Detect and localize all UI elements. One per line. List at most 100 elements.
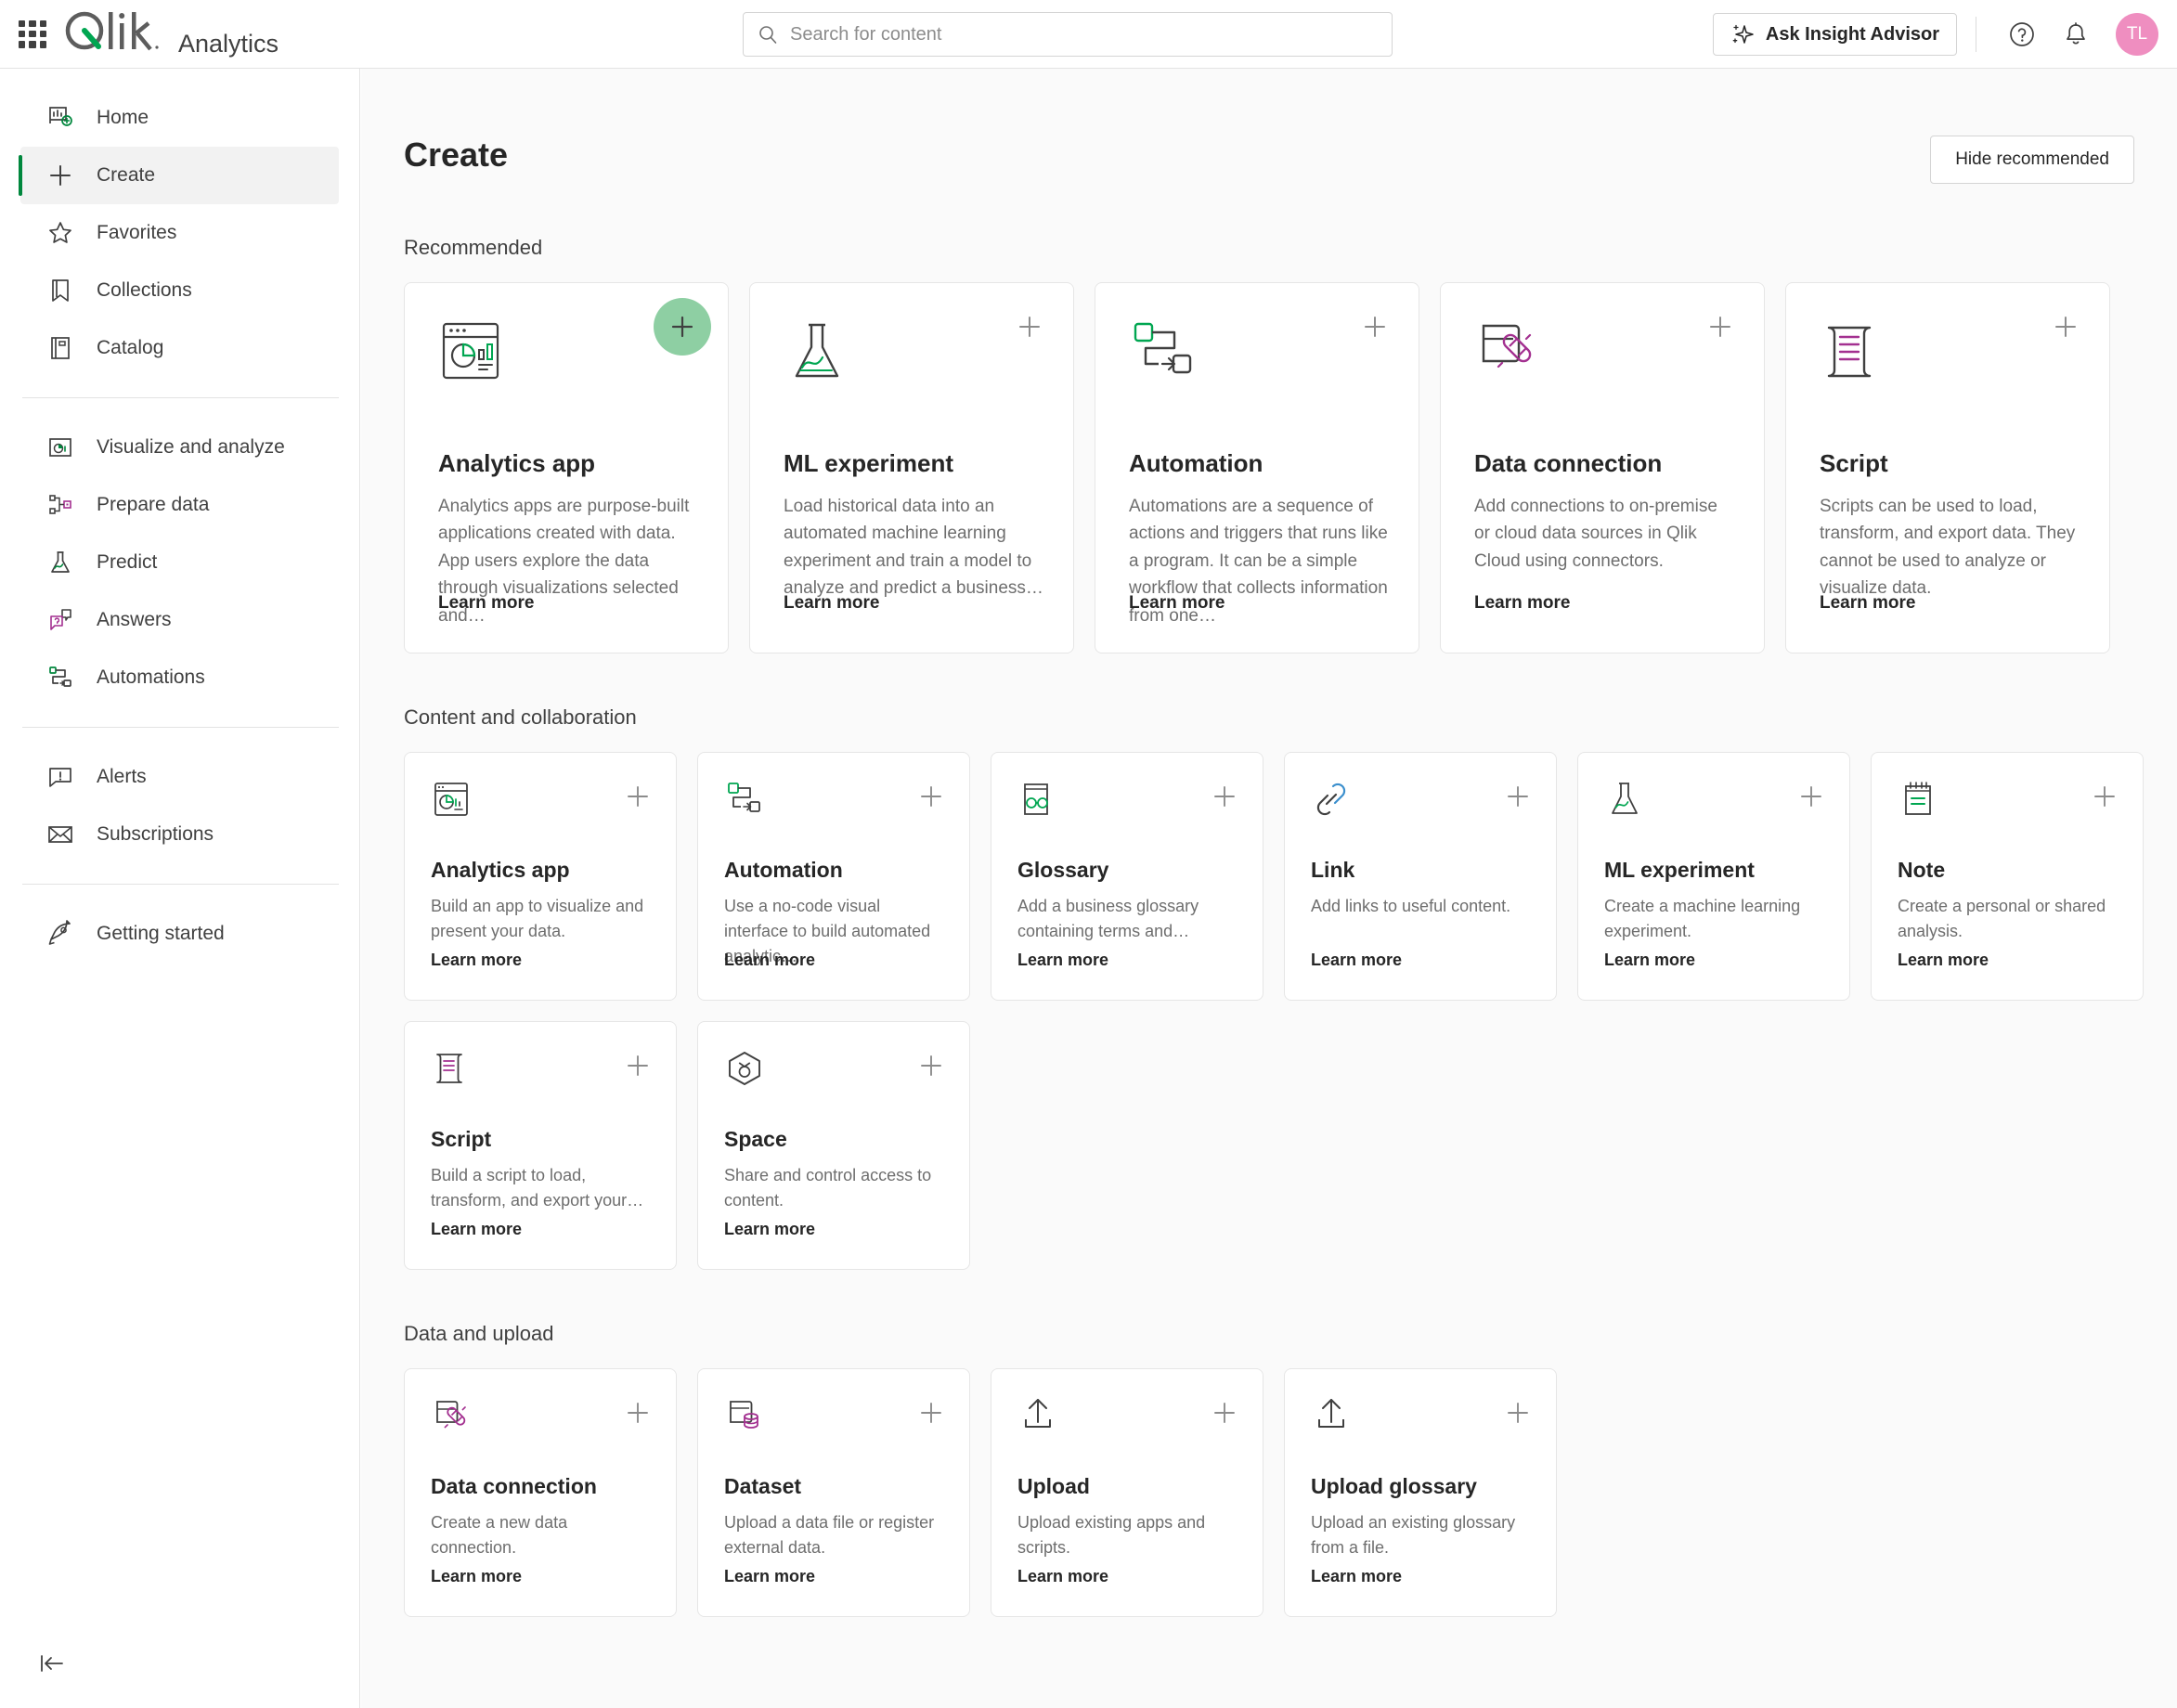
add-data-connection-button[interactable] [1704, 311, 1736, 343]
learn-more-link[interactable]: Learn more [1017, 951, 1108, 970]
plus-icon [45, 160, 76, 191]
add-note-button[interactable] [2091, 783, 2119, 810]
add-analytics-app-button[interactable] [624, 783, 652, 810]
sidebar-item-favorites[interactable]: Favorites [20, 204, 339, 262]
create-card-script-small[interactable]: Script Build a script to load, transform… [404, 1021, 677, 1270]
add-upload-button[interactable] [1211, 1399, 1238, 1427]
create-card-automation[interactable]: Automation Automations are a sequence of… [1095, 282, 1419, 653]
create-card-automation-small[interactable]: Automation Use a no-code visual interfac… [697, 752, 970, 1001]
learn-more-link[interactable]: Learn more [431, 1567, 522, 1586]
learn-more-link[interactable]: Learn more [1129, 593, 1225, 614]
flask-icon [45, 547, 76, 578]
sidebar-item-visualize-and-analyze[interactable]: Visualize and analyze [20, 419, 339, 476]
create-card-glossary[interactable]: Glossary Add a business glossary contain… [991, 752, 1263, 1001]
search-input[interactable] [790, 23, 1379, 45]
sidebar-item-label: Predict [97, 551, 158, 573]
data-upload-card-row: Data connection Create a new data connec… [404, 1368, 2155, 1617]
search-bar[interactable] [743, 12, 1393, 57]
card-title: Upload glossary [1311, 1474, 1477, 1498]
sidebar-item-label: Prepare data [97, 494, 210, 515]
learn-more-link[interactable]: Learn more [1311, 951, 1402, 970]
card-description: Create a personal or shared analysis. [1898, 897, 2106, 940]
create-card-data-connection[interactable]: Data connection Add connections to on-pr… [1440, 282, 1765, 653]
card-description: Scripts can be used to load, transform, … [1820, 497, 2076, 599]
analytics-app-icon [438, 322, 509, 391]
create-card-ml-experiment-small[interactable]: ML experiment Create a machine learning … [1577, 752, 1850, 1001]
sidebar-item-create[interactable]: Create [19, 147, 339, 204]
sparkle-icon [1732, 24, 1754, 44]
add-glossary-button[interactable] [1211, 783, 1238, 810]
learn-more-link[interactable]: Learn more [431, 1220, 522, 1239]
learn-more-link[interactable]: Learn more [1311, 1567, 1402, 1586]
page-title: Create [404, 136, 509, 174]
create-card-analytics-app[interactable]: Analytics app Analytics apps are purpose… [404, 282, 729, 653]
plus-icon [2055, 317, 2076, 337]
collapse-sidebar-button[interactable] [33, 1645, 71, 1682]
add-data-connection-button[interactable] [624, 1399, 652, 1427]
sidebar-item-catalog[interactable]: Catalog [20, 319, 339, 377]
plus-icon [1365, 317, 1385, 337]
flask-icon [1604, 783, 1645, 823]
sidebar-item-prepare-data[interactable]: Prepare data [20, 476, 339, 534]
create-card-dataset[interactable]: Dataset Upload a data file or register e… [697, 1368, 970, 1617]
add-ml-experiment-button[interactable] [1014, 311, 1045, 343]
add-automation-button[interactable] [917, 783, 945, 810]
create-card-script[interactable]: Script Scripts can be used to load, tran… [1785, 282, 2110, 653]
sidebar-item-label: Visualize and analyze [97, 436, 285, 458]
qlik-logo[interactable]: Analytics [63, 9, 279, 58]
sidebar-item-automations[interactable]: Automations [20, 649, 339, 706]
add-space-button[interactable] [917, 1052, 945, 1080]
user-avatar[interactable]: TL [2116, 13, 2158, 56]
dataset-icon [724, 1401, 765, 1440]
avatar-initials: TL [2126, 24, 2148, 44]
create-card-ml-experiment[interactable]: ML experiment Load historical data into … [749, 282, 1074, 653]
ask-insight-advisor-button[interactable]: Ask Insight Advisor [1712, 13, 1957, 56]
sidebar-item-subscriptions[interactable]: Subscriptions [20, 806, 339, 863]
learn-more-link[interactable]: Learn more [784, 593, 879, 614]
add-script-button[interactable] [2050, 311, 2081, 343]
add-ml-experiment-button[interactable] [1797, 783, 1825, 810]
sidebar-item-collections[interactable]: Collections [20, 262, 339, 319]
learn-more-link[interactable]: Learn more [1604, 951, 1695, 970]
learn-more-link[interactable]: Learn more [438, 593, 534, 614]
home-dashboard-icon [45, 102, 76, 134]
create-card-note[interactable]: Note Create a personal or shared analysi… [1871, 752, 2144, 1001]
app-launcher-waffle-icon[interactable] [19, 19, 46, 48]
learn-more-link[interactable]: Learn more [724, 1220, 815, 1239]
create-card-data-connection-small[interactable]: Data connection Create a new data connec… [404, 1368, 677, 1617]
sidebar-item-label: Getting started [97, 923, 225, 944]
create-card-analytics-app-small[interactable]: Analytics app Build an app to visualize … [404, 752, 677, 1001]
add-automation-button[interactable] [1359, 311, 1391, 343]
add-dataset-button[interactable] [917, 1399, 945, 1427]
sidebar-item-home[interactable]: Home [20, 89, 339, 147]
automation-flow-icon [45, 662, 76, 693]
learn-more-link[interactable]: Learn more [431, 951, 522, 970]
learn-more-link[interactable]: Learn more [724, 951, 815, 970]
create-card-upload-glossary[interactable]: Upload glossary Upload an existing gloss… [1284, 1368, 1557, 1617]
create-card-space[interactable]: Space Share and control access to conten… [697, 1021, 970, 1270]
learn-more-link[interactable]: Learn more [1898, 951, 1989, 970]
add-link-button[interactable] [1504, 783, 1532, 810]
card-title: Script [1820, 449, 1888, 477]
sidebar-item-answers[interactable]: Answers [20, 591, 339, 649]
sidebar-item-predict[interactable]: Predict [20, 534, 339, 591]
sidebar-item-alerts[interactable]: Alerts [20, 748, 339, 806]
data-nodes-icon [45, 489, 76, 521]
add-upload-glossary-button[interactable] [1504, 1399, 1532, 1427]
learn-more-link[interactable]: Learn more [1017, 1567, 1108, 1586]
learn-more-link[interactable]: Learn more [1474, 593, 1570, 614]
sidebar-item-getting-started[interactable]: Getting started [20, 905, 339, 963]
notifications-button[interactable] [2056, 15, 2095, 54]
help-button[interactable] [2002, 15, 2041, 54]
add-script-button[interactable] [624, 1052, 652, 1080]
create-card-link[interactable]: Link Add links to useful content. Learn … [1284, 752, 1557, 1001]
create-card-upload[interactable]: Upload Upload existing apps and scripts.… [991, 1368, 1263, 1617]
hide-recommended-button[interactable]: Hide recommended [1930, 136, 2134, 184]
section-title-data-and-upload: Data and upload [404, 1322, 554, 1345]
learn-more-link[interactable]: Learn more [724, 1567, 815, 1586]
learn-more-link[interactable]: Learn more [1820, 593, 1915, 614]
sidebar-item-label: Automations [97, 666, 205, 688]
sidebar-item-label: Home [97, 107, 149, 128]
plus-icon [1710, 317, 1730, 337]
add-analytics-app-button[interactable] [654, 298, 711, 356]
